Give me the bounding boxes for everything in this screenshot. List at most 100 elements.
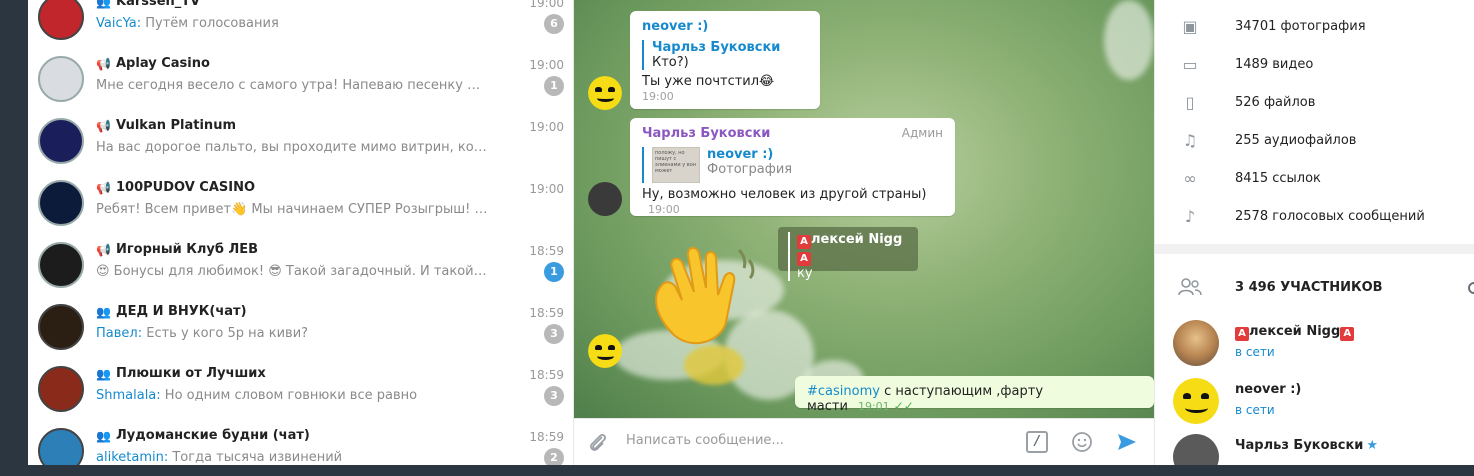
telegram-window: 👥 Karssen_TV 19:00 VaicYa: Путём голосовани…: [0, 0, 1474, 476]
attach-icon[interactable]: [586, 431, 610, 455]
unread-badge: 3: [544, 324, 564, 344]
member-row[interactable]: Чарльз Буковски ★: [1155, 432, 1474, 465]
chat-title-text: Aplay Casino: [116, 56, 210, 71]
message-bubble: neover :) Чарльз Буковски Кто?) Ты уже п…: [630, 11, 820, 109]
message-time: 19:00: [648, 203, 680, 216]
unread-badge: 1: [544, 262, 564, 282]
chat-list: 👥 Karssen_TV 19:00 VaicYa: Путём голосовани…: [28, 0, 574, 465]
reply-quote[interactable]: Чарльз Буковски Кто?): [642, 40, 808, 70]
reply-quote[interactable]: положу, но пишут с элиенами у вон может …: [642, 147, 943, 183]
chat-time: 18:59: [529, 368, 564, 382]
shared-media-row[interactable]: ♪ 2578 голосовых сообщений: [1155, 198, 1474, 236]
headphones-icon: ♫: [1182, 131, 1198, 150]
reply-message-chip[interactable]: Aлексей NiggA ку: [778, 227, 918, 281]
unread-badge: 6: [544, 14, 564, 34]
member-name: neover :): [1235, 382, 1301, 397]
panel-divider: [1155, 244, 1474, 254]
channel-megaphone-icon: 📢: [96, 118, 111, 133]
background-petal: [1104, 0, 1154, 80]
chat-avatar: [38, 428, 84, 465]
group-icon: 👥: [96, 428, 111, 443]
message-input[interactable]: Написать сообщение...: [626, 433, 784, 448]
chat-avatar: [38, 366, 84, 412]
read-checkmarks-icon: ✓✓: [893, 399, 914, 413]
shared-media-label: 2578 голосовых сообщений: [1235, 209, 1425, 224]
admin-badge: Админ: [901, 126, 943, 140]
search-members-icon[interactable]: [1468, 282, 1474, 294]
send-icon[interactable]: [1115, 431, 1139, 455]
message-composer: Написать сообщение... /: [574, 418, 1154, 465]
message-text: Ты уже почтстил😂 19:00: [642, 74, 808, 104]
waving-hand-sticker[interactable]: [644, 240, 764, 355]
member-avatar: [1173, 320, 1219, 366]
member-row[interactable]: neover :) в сети: [1155, 376, 1474, 430]
chat-preview-text: Тогда тысяча извинений: [168, 450, 343, 465]
reply-author: Aлексей NiggA: [797, 232, 908, 266]
chat-list-item[interactable]: 📢 Vulkan Platinum 19:00 На вас дорогое паль…: [28, 112, 573, 174]
chat-avatar: [38, 180, 84, 226]
message-time: 19:00: [642, 90, 674, 103]
message-avatar-neover[interactable]: [588, 334, 622, 368]
message-avatar-neover[interactable]: [588, 76, 622, 110]
chat-list-item[interactable]: 👥 Karssen_TV 19:00 VaicYa: Путём голосовани…: [28, 0, 573, 50]
shared-media-row[interactable]: ∞ 8415 ссылок: [1155, 160, 1474, 198]
emoji-icon[interactable]: [1070, 431, 1094, 455]
shared-media-label: 1489 видео: [1235, 57, 1314, 72]
red-a-emoji: A: [797, 252, 811, 266]
red-a-emoji: A: [797, 235, 811, 249]
emoji-face-avatar: [1173, 378, 1219, 424]
chat-preview-text: 😍 Бонусы для любимок! 😎 Такой загадочный…: [96, 264, 488, 279]
shared-media-row[interactable]: ▭ 1489 видео: [1155, 46, 1474, 84]
chat-list-item[interactable]: 📢 Aplay Casino 19:00 Мне сегодня весело с с…: [28, 50, 573, 112]
member-row[interactable]: Aлексей Nigg Aв сети: [1155, 318, 1474, 372]
group-icon: 👥: [96, 366, 111, 381]
chat-time: 19:00: [529, 58, 564, 72]
message-time: 19:01: [857, 400, 890, 413]
chat-list-item[interactable]: 📢 100PUDOV CASINO 19:00 Ребят! Всем привет👋…: [28, 174, 573, 236]
chat-title-text: Karssen_TV: [116, 0, 201, 9]
member-status: в сети: [1235, 345, 1275, 359]
chat-preview-sender: Shmalala:: [96, 388, 161, 403]
member-status: в сети: [1235, 403, 1275, 417]
microphone-icon: ♪: [1184, 207, 1196, 226]
unread-badge: 2: [544, 448, 564, 465]
chat-preview-sender: VaicYa:: [96, 16, 142, 31]
chat-time: 18:59: [529, 430, 564, 444]
members-icon: [1177, 276, 1203, 298]
message-author[interactable]: Чарльз Буковски: [642, 126, 943, 141]
chat-time: 19:00: [529, 182, 564, 196]
chat-list-item[interactable]: 📢 Игорный Клуб ЛЕВ 18:59 😍 Бонусы для любим…: [28, 236, 573, 298]
bot-command-button[interactable]: /: [1026, 431, 1048, 453]
chat-preview: Ребят! Всем привет👋 Мы начинаем СУПЕР Ро…: [96, 202, 488, 217]
chat-title-text: Vulkan Platinum: [116, 118, 236, 133]
message-author[interactable]: neover :): [642, 19, 808, 34]
chat-avatar: [38, 304, 84, 350]
message-text-content: Ты уже почтстил😂: [642, 74, 775, 89]
chat-list-item[interactable]: 👥 ДЕД И ВНУК(чат) 18:59 Павел: Есть у кого …: [28, 298, 573, 360]
chat-list-item[interactable]: 👥 Лудоманские будни (чат) 18:59 aliketamin:…: [28, 422, 573, 465]
message-bubble: Чарльз Буковски Админ положу, но пишут с…: [630, 118, 955, 216]
shared-media-row[interactable]: ▯ 526 файлов: [1155, 84, 1474, 122]
message-avatar-bukowski[interactable]: [588, 182, 622, 216]
outgoing-message-bubble: #casinomy с наступающим ,фарту масти 19:0…: [795, 376, 1154, 414]
member-name-text: лексей Nigg: [1249, 324, 1341, 339]
hashtag-link[interactable]: #casinomy: [807, 384, 880, 399]
chat-avatar: [38, 118, 84, 164]
chat-preview: aliketamin: Тогда тысяча извинений: [96, 450, 488, 465]
chat-title: 👥 Плюшки от Лучших: [96, 366, 266, 381]
chat-time: 19:00: [529, 0, 564, 10]
shared-media-row[interactable]: ▣ 34701 фотография: [1155, 8, 1474, 46]
file-icon: ▯: [1185, 93, 1195, 112]
reply-text: ку: [797, 266, 813, 281]
chat-list-item[interactable]: 👥 Плюшки от Лучших 18:59 Shmalala: Но одним…: [28, 360, 573, 422]
chat-area: neover :) Чарльз Буковски Кто?) Ты уже п…: [574, 0, 1154, 418]
chat-title-text: Лудоманские будни (чат): [116, 428, 310, 443]
chat-title: 👥 ДЕД И ВНУК(чат): [96, 304, 247, 319]
shared-media-row[interactable]: ♫ 255 аудиофайлов: [1155, 122, 1474, 160]
members-count-header: 3 496 УЧАСТНИКОВ: [1235, 280, 1383, 295]
shared-media-label: 255 аудиофайлов: [1235, 133, 1357, 148]
group-icon: 👥: [96, 0, 111, 9]
chat-preview: Shmalala: Но одним словом говнюки все ра…: [96, 388, 488, 403]
chat-preview-text: Путём голосования: [141, 16, 279, 31]
group-icon: 👥: [96, 304, 111, 319]
